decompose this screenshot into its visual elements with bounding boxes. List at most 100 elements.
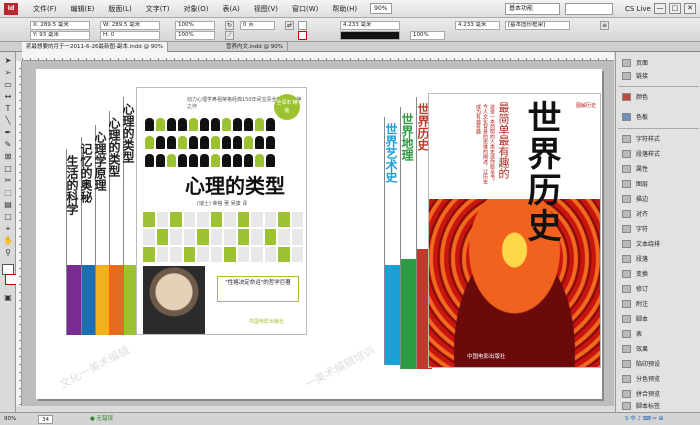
panel-separations-preview[interactable]: 分色预览	[616, 372, 700, 385]
menu-edit[interactable]: 编辑(E)	[64, 0, 102, 18]
preflight-status[interactable]: ● 无错误	[90, 415, 113, 424]
book2-cover[interactable]: 这是一本简明的人类史迷你版全书，今人文化背景的思维的阐述，让历史成为有益有趣 最…	[428, 93, 601, 368]
zoom-status[interactable]: 90%	[4, 415, 16, 424]
panel-character[interactable]: 字符	[616, 222, 700, 235]
maximize-button[interactable]: □	[669, 3, 681, 14]
pencil-tool-icon[interactable]: ✎	[2, 139, 14, 150]
panel-attributes[interactable]: 属性	[616, 162, 700, 175]
menu-view[interactable]: 视图(V)	[247, 0, 285, 18]
opacity-field[interactable]: 100%	[410, 31, 445, 40]
menu-table[interactable]: 表(A)	[216, 0, 247, 18]
fill-swatch-icon[interactable]	[298, 21, 307, 30]
zoom-select[interactable]: 90%	[370, 3, 392, 14]
book1-spine-5[interactable]: 心理的类型	[121, 97, 137, 335]
panel-label: 链接	[636, 73, 649, 80]
spine-title: 心理的类型	[121, 103, 135, 163]
effects-icon	[622, 344, 631, 353]
panel-paragraph[interactable]: 段落	[616, 252, 700, 265]
stroke-weight-field[interactable]: 4.233 毫米	[340, 21, 400, 30]
panel-stroke[interactable]: 描边	[616, 192, 700, 205]
hand-tool-icon[interactable]: ✋	[2, 235, 14, 246]
view-mode-icon[interactable]: ▣	[2, 292, 14, 303]
search-input[interactable]	[565, 3, 613, 15]
gradient-tool-icon[interactable]: ▤	[2, 199, 14, 210]
book2-spine-2[interactable]: 世界地理	[400, 107, 416, 369]
panel-swatches[interactable]: 色板	[616, 110, 700, 123]
rectangle-tool-icon[interactable]: □	[2, 163, 14, 174]
spine-title: 世界艺术史	[384, 123, 398, 183]
panel-align[interactable]: 对齐	[616, 207, 700, 220]
system-tray[interactable]: S 中 ♪ ⌨ ✂ ⊞	[625, 415, 663, 424]
page-number-field[interactable]: 34	[38, 415, 53, 424]
page[interactable]: 生活的科学 记忆的奥秘 心理学原理 心理的类型 心理的类型 动力心理学鼻祖荣格经…	[36, 69, 602, 399]
menu-layout[interactable]: 版面(L)	[101, 0, 138, 18]
direct-selection-tool-icon[interactable]: ➢	[2, 67, 14, 78]
mm-field[interactable]: 4.233 毫米	[455, 21, 500, 30]
y-field[interactable]: Y: 93 毫米	[30, 31, 90, 40]
panel-text-wrap[interactable]: 文本绕排	[616, 237, 700, 250]
close-button[interactable]: ✕	[684, 3, 696, 14]
tab-document-2[interactable]: 营养内文.indd @ 90%	[222, 42, 288, 52]
menu-type[interactable]: 文字(T)	[139, 0, 177, 18]
object-style-select[interactable]: [基本图形框架]	[505, 21, 570, 30]
zoom-tool-icon[interactable]: ⚲	[2, 247, 14, 258]
app-logo: Id	[4, 2, 18, 15]
page-tool-icon[interactable]: ▭	[2, 79, 14, 90]
panel-trap-presets[interactable]: 陷印预设	[616, 357, 700, 370]
document-canvas[interactable]: 生活的科学 记忆的奥秘 心理学原理 心理的类型 心理的类型 动力心理学鼻祖荣格经…	[22, 61, 614, 406]
tab-document-1[interactable]: 贰最想要的月于一2011-6-26最新图-副本.indd @ 90%	[22, 42, 168, 52]
rotate-icon[interactable]: ↻	[225, 21, 234, 30]
panel-script-label[interactable]: 脚本标签	[616, 399, 700, 412]
line-tool-icon[interactable]: ╲	[2, 115, 14, 126]
book2-blurb: 这是一本简明的人类史迷你版全书，今人文化背景的思维的阐述，让历史成为有益有趣	[475, 104, 495, 184]
book1-badge: 全译本 精装	[274, 94, 300, 120]
menu-help[interactable]: 帮助(H)	[325, 0, 364, 18]
panel-paragraph-styles[interactable]: 段落样式	[616, 147, 700, 160]
separations-icon	[622, 374, 631, 383]
menu-window[interactable]: 窗口(W)	[285, 0, 325, 18]
note-tool-icon[interactable]: ▢	[2, 211, 14, 222]
h-field[interactable]: H: 0	[100, 31, 160, 40]
panel-table[interactable]: 表	[616, 327, 700, 340]
pen-tool-icon[interactable]: ✒	[2, 127, 14, 138]
eyedropper-tool-icon[interactable]: ⌖	[2, 223, 14, 234]
shear-icon[interactable]: ⟋	[225, 31, 234, 40]
workspace-select[interactable]: 基本功能	[505, 3, 560, 15]
menu-object[interactable]: 对象(O)	[177, 0, 216, 18]
selection-tool-icon[interactable]: ➤	[2, 55, 14, 66]
menu-file[interactable]: 文件(F)	[26, 0, 64, 18]
type-tool-icon[interactable]: T	[2, 103, 14, 114]
book1-cover[interactable]: 动力心理学鼻祖荣格经典150年间宝贵全部一部精神之作 全译本 精装 心理的类型 …	[136, 87, 307, 335]
flip-icon[interactable]: ⇄	[285, 21, 294, 30]
panel-notes[interactable]: 附注	[616, 297, 700, 310]
x-field[interactable]: X: 289.5 毫米	[30, 21, 90, 30]
stroke-type-select[interactable]	[340, 31, 400, 40]
panel-character-styles[interactable]: 字符样式	[616, 132, 700, 145]
flattener-icon	[622, 389, 631, 398]
panel-scripts[interactable]: 脚本	[616, 312, 700, 325]
panel-layers[interactable]: 图层	[616, 177, 700, 190]
w-field[interactable]: W: 289.5 毫米	[100, 21, 160, 30]
indesign-window: Id 文件(F) 编辑(E) 版面(L) 文字(T) 对象(O) 表(A) 视图…	[0, 0, 700, 425]
cs-live-button[interactable]: CS Live	[625, 3, 651, 15]
scale-y-field[interactable]: 100%	[175, 31, 215, 40]
panel-transform[interactable]: 变换	[616, 267, 700, 280]
scissors-tool-icon[interactable]: ✂	[2, 175, 14, 186]
rectangle-frame-tool-icon[interactable]: ⊠	[2, 151, 14, 162]
gap-tool-icon[interactable]: ↔	[2, 91, 14, 102]
minimize-button[interactable]: —	[654, 3, 666, 14]
panel-color[interactable]: 颜色	[616, 90, 700, 103]
book2-spine-1[interactable]: 世界艺术史	[384, 117, 400, 365]
horizontal-ruler[interactable]	[22, 52, 614, 61]
spine-title: 生活的科学	[65, 155, 79, 215]
panel-menu-icon[interactable]: ≡	[600, 21, 609, 30]
stroke-swatch-icon[interactable]	[298, 31, 307, 40]
panel-effects[interactable]: 效果	[616, 342, 700, 355]
watermark: 文化一美术编辑	[57, 343, 132, 392]
panel-links[interactable]: 链接	[616, 69, 700, 82]
scale-x-field[interactable]: 100%	[175, 21, 215, 30]
free-transform-tool-icon[interactable]: ⬚	[2, 187, 14, 198]
panel-pages[interactable]: 页面	[616, 56, 700, 69]
panel-track-changes[interactable]: 修订	[616, 282, 700, 295]
rotate-field[interactable]: 0 点	[240, 21, 275, 30]
